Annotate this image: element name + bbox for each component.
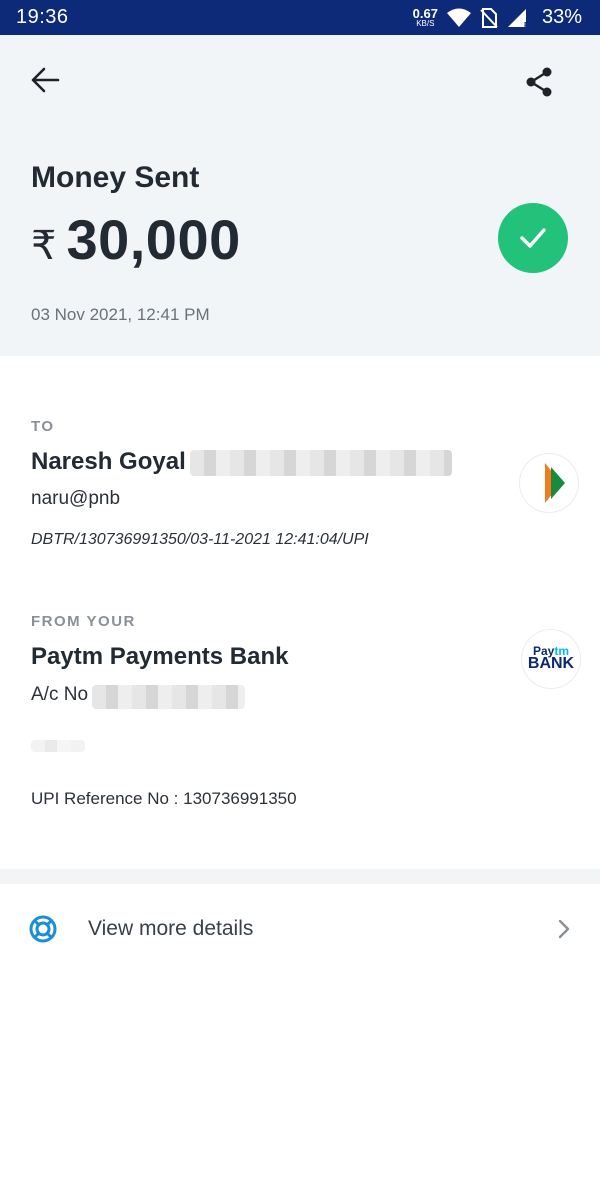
amount-value: 30,000 [66, 208, 241, 271]
chevron-right-icon [558, 919, 570, 939]
view-more-details-row[interactable]: View more details [0, 884, 600, 974]
network-speed: 0.67 KB/S [413, 7, 438, 28]
section-divider [0, 869, 600, 884]
bhim-upi-logo [520, 454, 578, 512]
status-bar: 19:36 0.67 KB/S R 33% [0, 0, 600, 35]
status-time: 19:36 [16, 6, 69, 28]
network-speed-unit: KB/S [416, 19, 435, 28]
battery-level: 33% [541, 6, 582, 28]
redacted-account-number [92, 685, 245, 709]
no-sim-icon [480, 7, 498, 28]
upi-logo-icon [545, 463, 565, 503]
redacted-detail [31, 740, 85, 752]
status-icons: 0.67 KB/S R 33% [413, 6, 582, 29]
from-label: FROM YOUR [31, 613, 136, 630]
back-arrow-icon[interactable] [28, 65, 62, 95]
lifebuoy-icon [29, 915, 57, 943]
upi-reference-number: UPI Reference No : 130736991350 [31, 789, 297, 808]
paytm-bank-logo: Paytm BANK [522, 630, 580, 688]
wifi-icon [446, 8, 471, 27]
paytm-logo-bottom: BANK [527, 655, 575, 673]
svg-text:R: R [524, 21, 530, 28]
recipient-upi-id: naru@pnb [31, 488, 121, 509]
account-number-label: A/c No [31, 684, 89, 705]
signal-icon: R [507, 8, 530, 28]
share-icon[interactable] [524, 66, 554, 98]
transaction-datetime: 03 Nov 2021, 12:41 PM [31, 305, 210, 324]
view-more-details-label: View more details [88, 917, 254, 940]
recipient-name: Naresh Goyal [31, 448, 186, 475]
page-title: Money Sent [31, 161, 200, 194]
amount: ₹ 30,000 [31, 207, 241, 272]
success-check-icon [498, 203, 568, 273]
sender-bank-name: Paytm Payments Bank [31, 643, 289, 670]
check-icon [520, 228, 546, 248]
redacted-recipient-name [190, 450, 452, 476]
currency-symbol: ₹ [31, 224, 57, 268]
transaction-header: Money Sent ₹ 30,000 03 Nov 2021, 12:41 P… [0, 35, 600, 356]
to-label: TO [31, 418, 55, 435]
transaction-reference: DBTR/130736991350/03-11-2021 12:41:04/UP… [31, 531, 369, 548]
